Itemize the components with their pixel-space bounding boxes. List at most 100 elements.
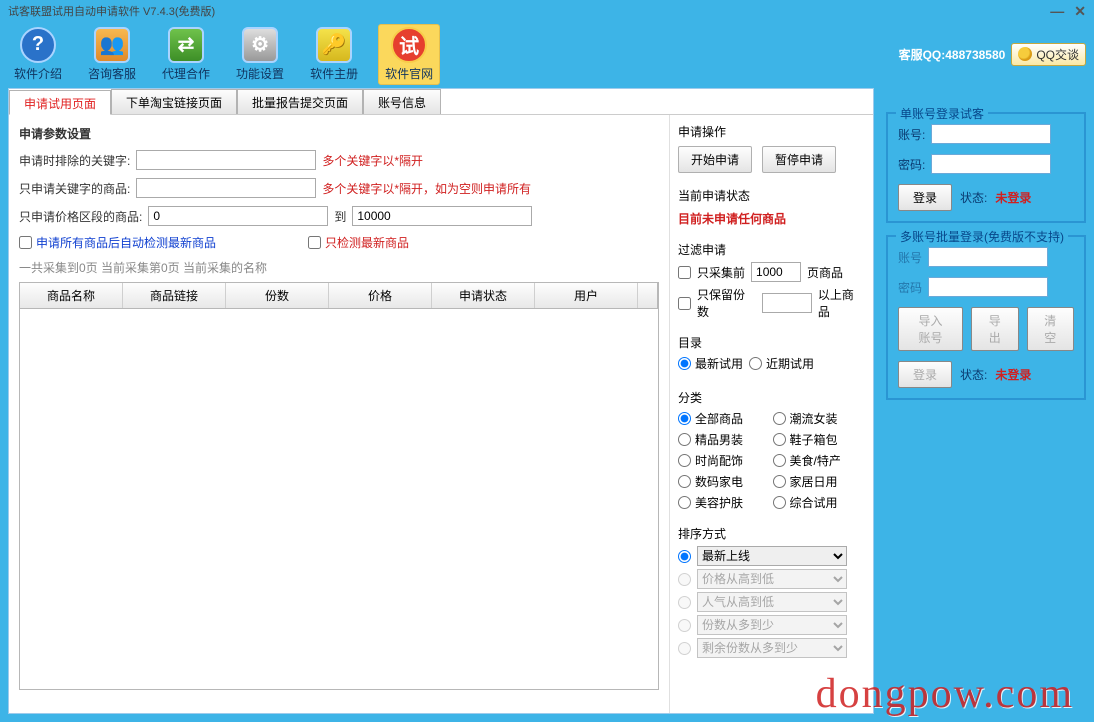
- col-count[interactable]: 份数: [226, 283, 329, 308]
- dir-opt-latest[interactable]: 最新试用: [678, 355, 743, 372]
- only-detect-check[interactable]: 只检测最新商品: [308, 234, 409, 251]
- grid-header: 商品名称 商品链接 份数 价格 申请状态 用户: [20, 283, 658, 309]
- cat-opt[interactable]: 全部商品: [678, 410, 771, 427]
- site-icon: 试: [391, 27, 427, 63]
- toolbar-label: 功能设置: [236, 65, 284, 82]
- mlogin-status: 未登录: [995, 366, 1031, 383]
- topn-input[interactable]: [751, 262, 801, 282]
- cat-opt[interactable]: 美食/特产: [773, 452, 866, 469]
- result-grid: 商品名称 商品链接 份数 价格 申请状态 用户: [19, 282, 659, 690]
- auto-detect-checkbox[interactable]: [19, 236, 32, 249]
- sort-radio[interactable]: [678, 550, 691, 563]
- cat-opt[interactable]: 数码家电: [678, 473, 771, 490]
- only-detect-checkbox[interactable]: [308, 236, 321, 249]
- side-panels: 单账号登录试客 账号: 密码: 登录 状态: 未登录 多账号批量登录(免费版不支…: [886, 112, 1086, 400]
- mpwd-input: [928, 277, 1048, 297]
- export-button: 导出: [971, 307, 1019, 351]
- toolbar-settings[interactable]: ⚙ 功能设置: [230, 25, 290, 84]
- toolbar-register[interactable]: 🔑 软件主册: [304, 25, 364, 84]
- sort-select-2: 人气从高到低: [697, 592, 847, 612]
- window-title: 试客联盟试用自动申请软件 V7.4.3(免费版): [8, 3, 1050, 19]
- pwd-input[interactable]: [931, 154, 1051, 174]
- exclude-kw-input[interactable]: [136, 150, 316, 170]
- cat-opt[interactable]: 鞋子箱包: [773, 431, 866, 448]
- filter-title: 过滤申请: [678, 241, 865, 258]
- cat-opt[interactable]: 潮流女装: [773, 410, 866, 427]
- macct-label: 账号: [898, 249, 922, 266]
- sort-radio: [678, 573, 691, 586]
- col-spacer: [638, 283, 658, 308]
- grid-body[interactable]: [20, 309, 658, 689]
- col-user[interactable]: 用户: [535, 283, 638, 308]
- dir-title: 目录: [678, 334, 865, 351]
- col-price[interactable]: 价格: [329, 283, 432, 308]
- only-kw-input[interactable]: [136, 178, 316, 198]
- cat-opt[interactable]: 精品男装: [678, 431, 771, 448]
- import-button: 导入账号: [898, 307, 963, 351]
- sort-select-3: 份数从多到少: [697, 615, 847, 635]
- qq-chat-button[interactable]: QQ交谈: [1011, 43, 1086, 66]
- op-title: 申请操作: [678, 123, 865, 140]
- auto-detect-check[interactable]: 申请所有商品后自动检测最新商品: [19, 234, 216, 251]
- toolbar-agent[interactable]: ⇄ 代理合作: [156, 25, 216, 84]
- only-kw-label: 只申请关键字的商品:: [19, 180, 130, 197]
- tab-taobao[interactable]: 下单淘宝链接页面: [111, 89, 237, 114]
- tab-account[interactable]: 账号信息: [363, 89, 441, 114]
- toolbar-label: 软件主册: [310, 65, 358, 82]
- key-icon: 🔑: [316, 27, 352, 63]
- toolbar-support[interactable]: 👥 咨询客服: [82, 25, 142, 84]
- close-button[interactable]: ✕: [1074, 3, 1086, 20]
- col-link[interactable]: 商品链接: [123, 283, 226, 308]
- params-title: 申请参数设置: [19, 125, 659, 142]
- toolbar-intro[interactable]: ? 软件介绍: [8, 25, 68, 84]
- collect-status: 一共采集到0页 当前采集第0页 当前采集的名称: [19, 259, 659, 276]
- sort-radio: [678, 596, 691, 609]
- acct-label: 账号:: [898, 126, 925, 143]
- status-pre: 状态:: [960, 189, 987, 206]
- sort-select-0[interactable]: 最新上线: [697, 546, 847, 566]
- toolbar: ? 软件介绍 👥 咨询客服 ⇄ 代理合作 ⚙ 功能设置 🔑 软件主册 试 软件官…: [0, 22, 1094, 86]
- qq-badge-text: QQ交谈: [1036, 46, 1079, 63]
- single-login-box: 单账号登录试客 账号: 密码: 登录 状态: 未登录: [886, 112, 1086, 223]
- acct-input[interactable]: [931, 124, 1051, 144]
- price-to-input[interactable]: [352, 206, 532, 226]
- keep-pre: 只保留份数: [697, 286, 756, 320]
- col-status[interactable]: 申请状态: [432, 283, 535, 308]
- tab-report[interactable]: 批量报告提交页面: [237, 89, 363, 114]
- col-name[interactable]: 商品名称: [20, 283, 123, 308]
- topn-checkbox[interactable]: [678, 266, 691, 279]
- mpwd-label: 密码: [898, 279, 922, 296]
- cat-title: 分类: [678, 389, 865, 406]
- keep-post: 以上商品: [818, 286, 865, 320]
- only-detect-label: 只检测最新商品: [325, 234, 409, 251]
- titlebar: 试客联盟试用自动申请软件 V7.4.3(免费版) — ✕: [0, 0, 1094, 22]
- toolbar-label: 软件官网: [385, 65, 433, 82]
- help-icon: ?: [20, 27, 56, 63]
- toolbar-website[interactable]: 试 软件官网: [378, 24, 440, 85]
- login-button[interactable]: 登录: [898, 184, 952, 211]
- left-pane: 申请参数设置 申请时排除的关键字: 多个关键字以*隔开 只申请关键字的商品: 多…: [9, 115, 669, 713]
- login-status: 未登录: [995, 189, 1031, 206]
- dir-opt-recent[interactable]: 近期试用: [749, 355, 814, 372]
- users-icon: 👥: [94, 27, 130, 63]
- pwd-label: 密码:: [898, 156, 925, 173]
- tab-apply[interactable]: 申请试用页面: [9, 90, 111, 115]
- exclude-kw-hint: 多个关键字以*隔开: [322, 152, 423, 169]
- qq-icon: [1018, 47, 1032, 61]
- share-icon: ⇄: [168, 27, 204, 63]
- price-to-label: 到: [334, 208, 346, 225]
- cur-status-title: 当前申请状态: [678, 187, 865, 204]
- cat-opt[interactable]: 美容护肤: [678, 494, 771, 511]
- keep-input[interactable]: [762, 293, 812, 313]
- cat-opt[interactable]: 家居日用: [773, 473, 866, 490]
- cat-opt[interactable]: 时尚配饰: [678, 452, 771, 469]
- pause-apply-button[interactable]: 暂停申请: [762, 146, 836, 173]
- minimize-button[interactable]: —: [1050, 3, 1064, 20]
- tabs: 申请试用页面 下单淘宝链接页面 批量报告提交页面 账号信息: [9, 89, 873, 115]
- exclude-kw-label: 申请时排除的关键字:: [19, 152, 130, 169]
- cat-opt[interactable]: 综合试用: [773, 494, 866, 511]
- keep-checkbox[interactable]: [678, 297, 691, 310]
- price-from-input[interactable]: [148, 206, 328, 226]
- window-buttons: — ✕: [1050, 3, 1086, 20]
- start-apply-button[interactable]: 开始申请: [678, 146, 752, 173]
